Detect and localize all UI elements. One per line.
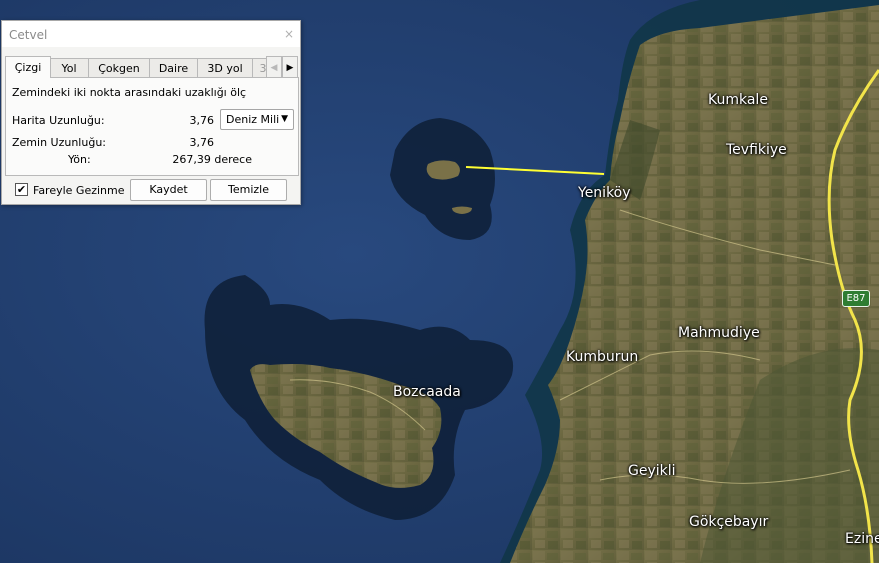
heading-value: 267,39 derece — [172, 153, 252, 166]
place-label-kumkale: Kumkale — [708, 92, 768, 108]
place-label-kumburun: Kumburun — [566, 349, 639, 365]
tab-circle[interactable]: Daire — [149, 58, 198, 78]
place-label-gokcebayir: Gökçebayır — [689, 514, 769, 530]
tab-polygon[interactable]: Çokgen — [88, 58, 150, 78]
tab-line[interactable]: Çizgi — [5, 56, 51, 78]
mouse-nav-checkbox[interactable]: ✔ — [15, 183, 28, 196]
clear-button[interactable]: Temizle — [210, 179, 287, 201]
place-label-yenikoy: Yeniköy — [578, 185, 631, 201]
save-button[interactable]: Kaydet — [130, 179, 207, 201]
mouse-nav-label[interactable]: Fareyle Gezinme — [33, 184, 125, 197]
place-label-geyikli: Geyikli — [628, 463, 676, 479]
measure-description: Zemindeki iki nokta arasındaki uzaklığı … — [12, 86, 247, 99]
tab-path[interactable]: Yol — [49, 58, 89, 78]
checkmark-icon: ✔ — [16, 183, 27, 196]
ground-length-value: 3,76 — [189, 136, 215, 149]
dialog-titlebar[interactable]: Cetvel × — [2, 21, 300, 47]
tab-panel-line: Zemindeki iki nokta arasındaki uzaklığı … — [5, 77, 299, 176]
chevron-down-icon: ▼ — [281, 114, 288, 124]
place-label-mahmudiye: Mahmudiye — [678, 325, 760, 341]
place-label-bozcaada: Bozcaada — [393, 384, 461, 400]
unit-select-value: Deniz Mili — [226, 113, 280, 126]
dialog-title: Cetvel — [9, 28, 48, 42]
ground-length-label: Zemin Uzunluğu: — [12, 136, 106, 149]
place-label-ezine: Ezine — [845, 531, 879, 547]
unit-select[interactable]: Deniz Mili ▼ — [220, 109, 294, 130]
place-label-tevfikiye: Tevfikiye — [726, 142, 787, 158]
road-shield-e87: E87 — [842, 290, 870, 307]
heading-label: Yön: — [68, 153, 91, 166]
close-icon[interactable]: × — [282, 27, 296, 41]
tab-overflow[interactable]: 3 — [252, 58, 267, 78]
ruler-dialog: Cetvel × Çizgi Yol Çokgen Daire 3D yol 3… — [1, 20, 301, 205]
tab-3d-path[interactable]: 3D yol — [197, 58, 253, 78]
map-length-label: Harita Uzunluğu: — [12, 114, 105, 127]
tab-strip: Çizgi Yol Çokgen Daire 3D yol 3 — [5, 56, 267, 78]
map-length-value: 3,76 — [189, 114, 215, 127]
tavsan-island — [426, 160, 460, 180]
